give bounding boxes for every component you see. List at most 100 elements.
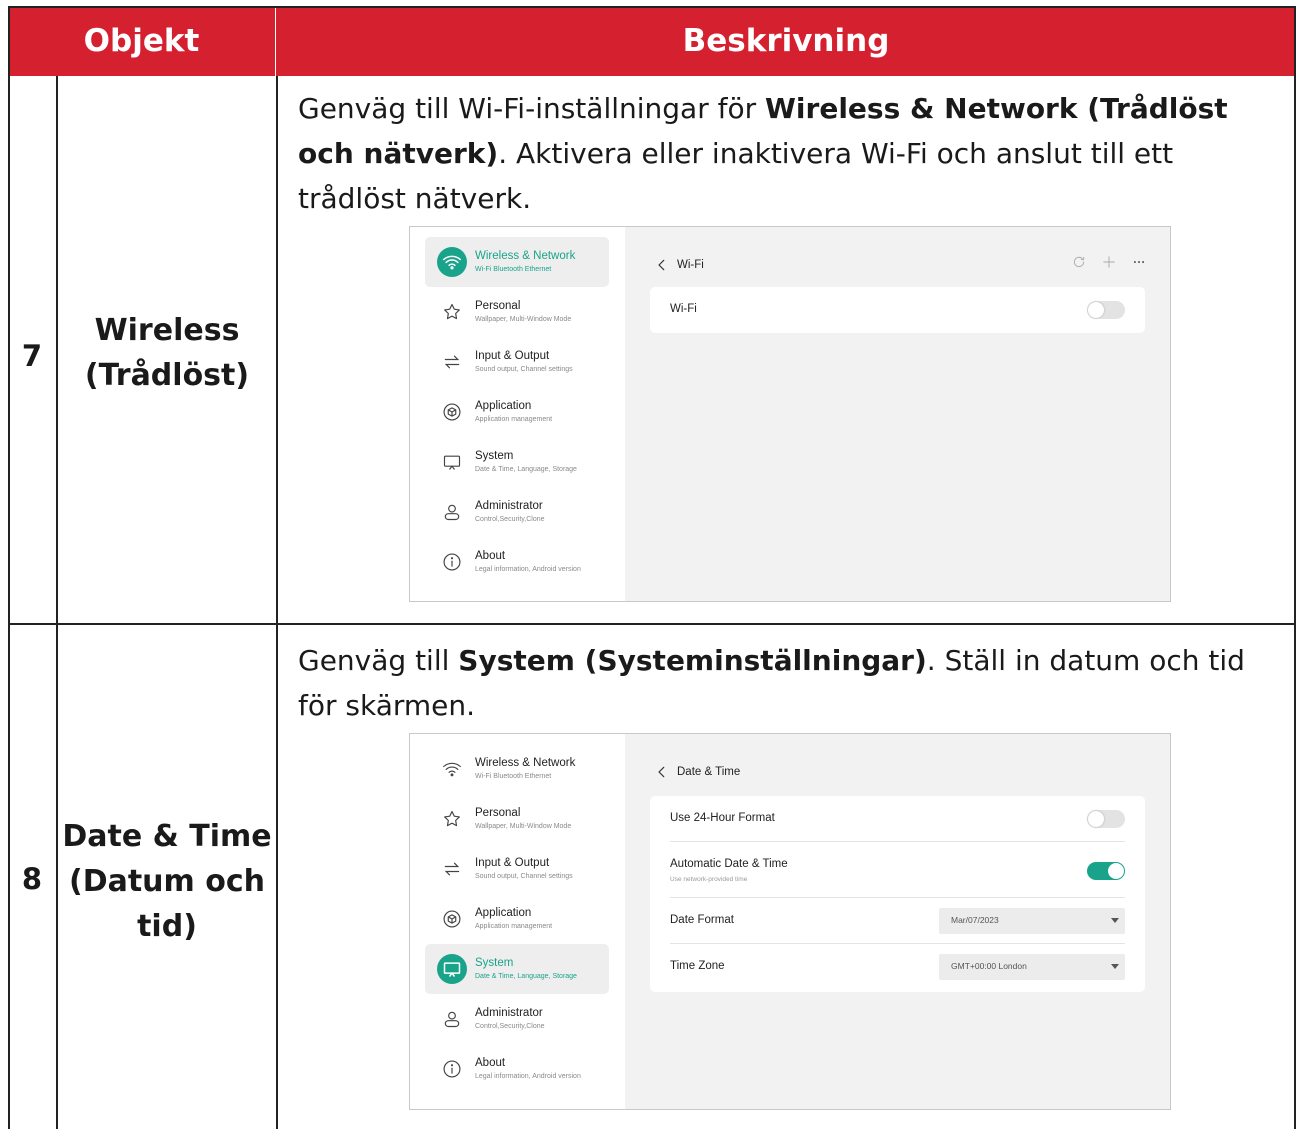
toggle-knob	[1088, 302, 1104, 318]
row7-desc-pre: Genväg till Wi-Fi-inställningar för	[298, 92, 766, 125]
star-icon	[437, 804, 467, 834]
sidebar-item-administrator[interactable]: Administrator Control,Security,Clone	[425, 994, 609, 1044]
row-divider	[8, 623, 1296, 625]
sidebar-item-subtitle: Wallpaper, Multi-Window Mode	[475, 316, 572, 323]
date-format-label: Date Format	[670, 914, 734, 926]
row8-object-line1: Date & Time	[62, 819, 272, 854]
sidebar-item-input-output[interactable]: Input & Output Sound output, Channel set…	[425, 844, 609, 894]
sidebar-item-system[interactable]: System Date & Time, Language, Storage	[425, 944, 609, 994]
sidebar-item-title: Personal	[475, 300, 521, 312]
refresh-icon[interactable]	[1072, 255, 1086, 269]
sidebar-item-wireless[interactable]: Wireless & Network Wi-Fi Bluetooth Ether…	[425, 744, 609, 794]
arrows-icon	[437, 854, 467, 884]
row8-desc-pre: Genväg till	[298, 644, 459, 677]
more-icon[interactable]	[1132, 255, 1146, 269]
table-border-num	[56, 76, 58, 1129]
doc-table: Objekt Beskrivning 7 Wireless (Trådlöst)…	[8, 6, 1296, 1129]
use24-row: Use 24-Hour Format	[670, 796, 1125, 842]
auto-datetime-row: Automatic Date & Time Use network-provid…	[670, 842, 1125, 898]
sidebar-item-subtitle: Control,Security,Clone	[475, 1023, 545, 1030]
table-border-obj	[276, 76, 278, 1129]
sidebar-item-system[interactable]: System Date & Time, Language, Storage	[425, 437, 609, 487]
row8-object-line3: tid)	[137, 909, 197, 944]
sidebar-item-subtitle: Control,Security,Clone	[475, 516, 545, 523]
monitor-icon	[437, 954, 467, 984]
row7-object-line2: (Trådlöst)	[84, 358, 250, 393]
user-icon	[437, 497, 467, 527]
datetime-card: Use 24-Hour Format Automatic Date & Time…	[650, 796, 1145, 992]
chevron-left-icon	[658, 259, 665, 271]
sidebar-item-personal[interactable]: Personal Wallpaper, Multi-Window Mode	[425, 794, 609, 844]
auto-datetime-toggle[interactable]	[1087, 862, 1125, 880]
sidebar-item-title: Application	[475, 400, 532, 412]
sidebar-item-title: System	[475, 450, 514, 462]
datetime-settings-screenshot: Wireless & Network Wi-Fi Bluetooth Ether…	[409, 733, 1171, 1110]
sidebar-item-subtitle: Wi-Fi Bluetooth Ethernet	[475, 773, 552, 780]
sidebar-item-title: About	[475, 550, 506, 562]
sidebar-item-subtitle: Date & Time, Language, Storage	[475, 466, 577, 473]
user-icon	[437, 1004, 467, 1034]
sidebar-item-title: Administrator	[475, 500, 543, 512]
sidebar-item-subtitle: Legal information, Android version	[475, 566, 581, 573]
chevron-left-icon	[658, 766, 665, 778]
sidebar-item-title: Wireless & Network	[475, 757, 576, 769]
toggle-knob	[1108, 863, 1124, 879]
wifi-settings-screenshot: Wireless & Network Wi-Fi Bluetooth Ether…	[409, 226, 1171, 602]
sidebar-item-application[interactable]: Application Application management	[425, 387, 609, 437]
settings-sidebar: Wireless & Network Wi-Fi Bluetooth Ether…	[410, 734, 625, 1109]
time-zone-select[interactable]: GMT+00:00 London	[939, 954, 1125, 980]
row8-description: Genväg till System (Systeminställningar)…	[298, 638, 1278, 728]
sidebar-item-title: Personal	[475, 807, 521, 819]
sidebar-item-about[interactable]: About Legal information, Android version	[425, 537, 609, 587]
info-icon	[437, 1054, 467, 1084]
wifi-toggle[interactable]	[1087, 301, 1125, 319]
settings-main: Wi-Fi Wi-Fi	[625, 227, 1170, 601]
sidebar-item-title: Input & Output	[475, 857, 550, 869]
screen-title: Wi-Fi	[677, 259, 704, 271]
sidebar-item-title: About	[475, 1057, 506, 1069]
plus-icon[interactable]	[1102, 255, 1116, 269]
table-header: Objekt Beskrivning	[8, 6, 1296, 76]
time-zone-label: Time Zone	[670, 960, 725, 972]
row8-object-line2: (Datum och	[68, 864, 265, 899]
row7-object-line1: Wireless	[94, 313, 240, 348]
cube-icon	[437, 904, 467, 934]
use24-toggle[interactable]	[1087, 810, 1125, 828]
back-button[interactable]: Wi-Fi	[655, 255, 704, 275]
wifi-icon	[437, 754, 467, 784]
time-zone-row: Time Zone GMT+00:00 London	[670, 944, 1125, 990]
sidebar-item-title: System	[475, 957, 514, 969]
sidebar-item-subtitle: Legal information, Android version	[475, 1073, 581, 1080]
sidebar-item-subtitle: Sound output, Channel settings	[475, 873, 573, 880]
back-button[interactable]: Date & Time	[655, 762, 740, 782]
toolbar-icons	[1072, 255, 1146, 269]
wifi-label: Wi-Fi	[670, 303, 697, 315]
wifi-card: Wi-Fi	[650, 287, 1145, 333]
date-format-value: Mar/07/2023	[951, 915, 999, 925]
screen-title: Date & Time	[677, 766, 741, 778]
date-format-select[interactable]: Mar/07/2023	[939, 908, 1125, 934]
row7-description: Genväg till Wi-Fi-inställningar för Wire…	[298, 86, 1278, 221]
sidebar-item-application[interactable]: Application Application management	[425, 894, 609, 944]
caret-down-icon	[1111, 918, 1119, 923]
sidebar-item-subtitle: Sound output, Channel settings	[475, 366, 573, 373]
sidebar-item-title: Input & Output	[475, 350, 550, 362]
cube-icon	[437, 397, 467, 427]
info-icon	[437, 547, 467, 577]
header-beskrivning: Beskrivning	[682, 23, 890, 59]
date-format-row: Date Format Mar/07/2023	[670, 898, 1125, 944]
sidebar-item-administrator[interactable]: Administrator Control,Security,Clone	[425, 487, 609, 537]
sidebar-item-personal[interactable]: Personal Wallpaper, Multi-Window Mode	[425, 287, 609, 337]
caret-down-icon	[1111, 964, 1119, 969]
auto-datetime-sublabel: Use network-provided time	[670, 876, 748, 883]
monitor-icon	[437, 447, 467, 477]
table-border-top	[8, 6, 1296, 8]
sidebar-item-input-output[interactable]: Input & Output Sound output, Channel set…	[425, 337, 609, 387]
sidebar-item-about[interactable]: About Legal information, Android version	[425, 1044, 609, 1094]
star-icon	[437, 297, 467, 327]
sidebar-item-wireless[interactable]: Wireless & Network Wi-Fi Bluetooth Ether…	[425, 237, 609, 287]
table-border-left	[8, 6, 10, 1129]
auto-datetime-label: Automatic Date & Time	[670, 858, 788, 870]
row8-desc-bold: System (Systeminställningar)	[458, 644, 927, 677]
sidebar-item-subtitle: Wallpaper, Multi-Window Mode	[475, 823, 572, 830]
